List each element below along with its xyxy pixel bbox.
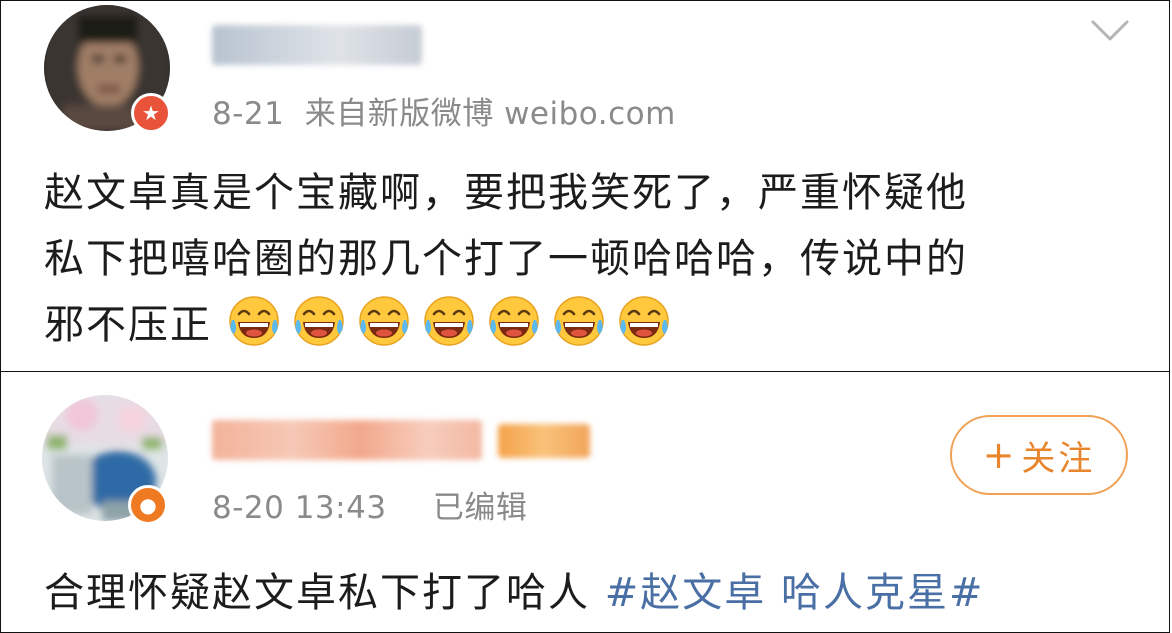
laughing-crying-emoji — [488, 296, 539, 346]
post-date: 8-21 — [212, 96, 285, 132]
laughing-crying-emoji — [618, 296, 669, 346]
laughing-crying-emoji — [358, 296, 409, 346]
plus-icon: + — [982, 433, 1018, 477]
vip-badge-icon: ● — [128, 485, 168, 525]
post-content: 合理怀疑赵文卓私下打了哈人 #赵文卓 哈人克星# — [44, 560, 984, 626]
username-blurred[interactable] — [212, 25, 422, 65]
chevron-down-icon[interactable] — [1090, 18, 1130, 44]
laughing-crying-emoji — [293, 296, 344, 346]
laughing-crying-emoji — [423, 296, 474, 346]
post-meta: 8-20 13:43 已编辑 — [212, 482, 527, 527]
content-line: 私下把嘻哈圈的那几个打了一顿哈哈哈，传说中的 — [44, 236, 968, 282]
follow-label: 关注 — [1021, 438, 1096, 479]
post-source: 来自新版微博 weibo.com — [304, 96, 676, 132]
hashtag-link[interactable]: #赵文卓 哈人克星# — [605, 570, 985, 616]
laughing-crying-emoji — [228, 296, 279, 346]
follow-button[interactable]: + 关注 — [950, 415, 1128, 495]
edited-label: 已编辑 — [432, 490, 528, 526]
emoji-row — [227, 296, 682, 348]
post-date: 8-20 13:43 — [212, 490, 387, 526]
verified-badge-icon: ★ — [131, 93, 171, 133]
laughing-crying-emoji — [553, 296, 604, 346]
vip-level-icon — [498, 424, 590, 458]
post-meta: 8-21 来自新版微博 weibo.com — [212, 88, 676, 133]
username-blurred[interactable] — [212, 420, 482, 460]
content-text: 合理怀疑赵文卓私下打了哈人 — [44, 570, 605, 616]
content-line: 邪不压正 — [44, 302, 212, 348]
content-line: 赵文卓真是个宝藏啊，要把我笑死了，严重怀疑他 — [44, 170, 968, 216]
content-line-last: 邪不压正 — [44, 292, 968, 358]
post-content: 赵文卓真是个宝藏啊，要把我笑死了，严重怀疑他 私下把嘻哈圈的那几个打了一顿哈哈哈… — [44, 160, 968, 358]
